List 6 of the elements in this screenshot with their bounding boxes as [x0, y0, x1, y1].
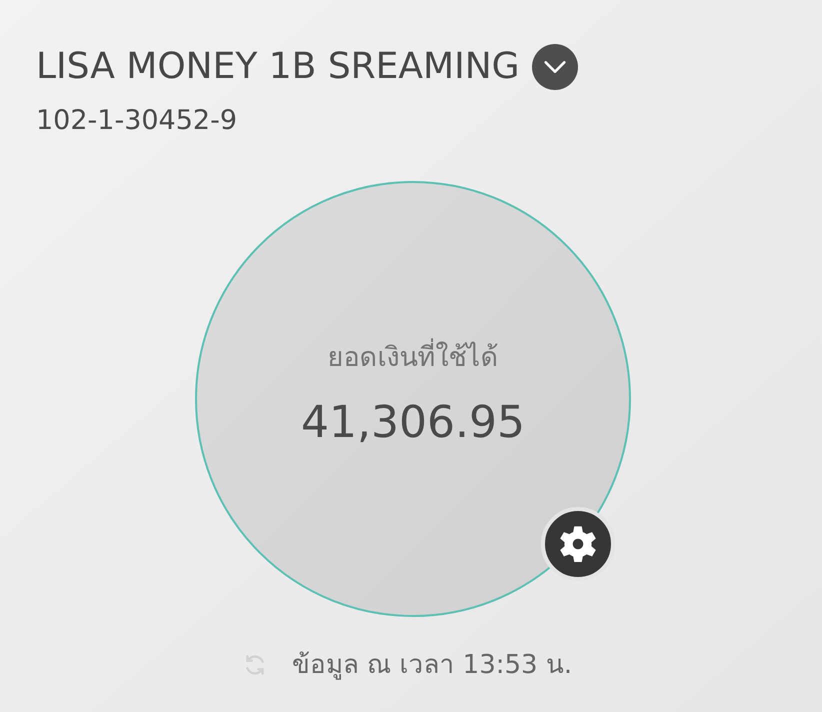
- dropdown-chevron-icon[interactable]: [532, 44, 578, 90]
- update-time: ข้อมูล ณ เวลา 13:53 น.: [292, 649, 572, 682]
- account-name: LISA MONEY 1B SREAMING: [36, 45, 520, 89]
- balance-label: ยอดเงินที่ใช้ได้: [328, 340, 498, 376]
- balance-amount: 41,306.95: [301, 398, 525, 448]
- account-number: 102-1-30452-9: [36, 104, 238, 138]
